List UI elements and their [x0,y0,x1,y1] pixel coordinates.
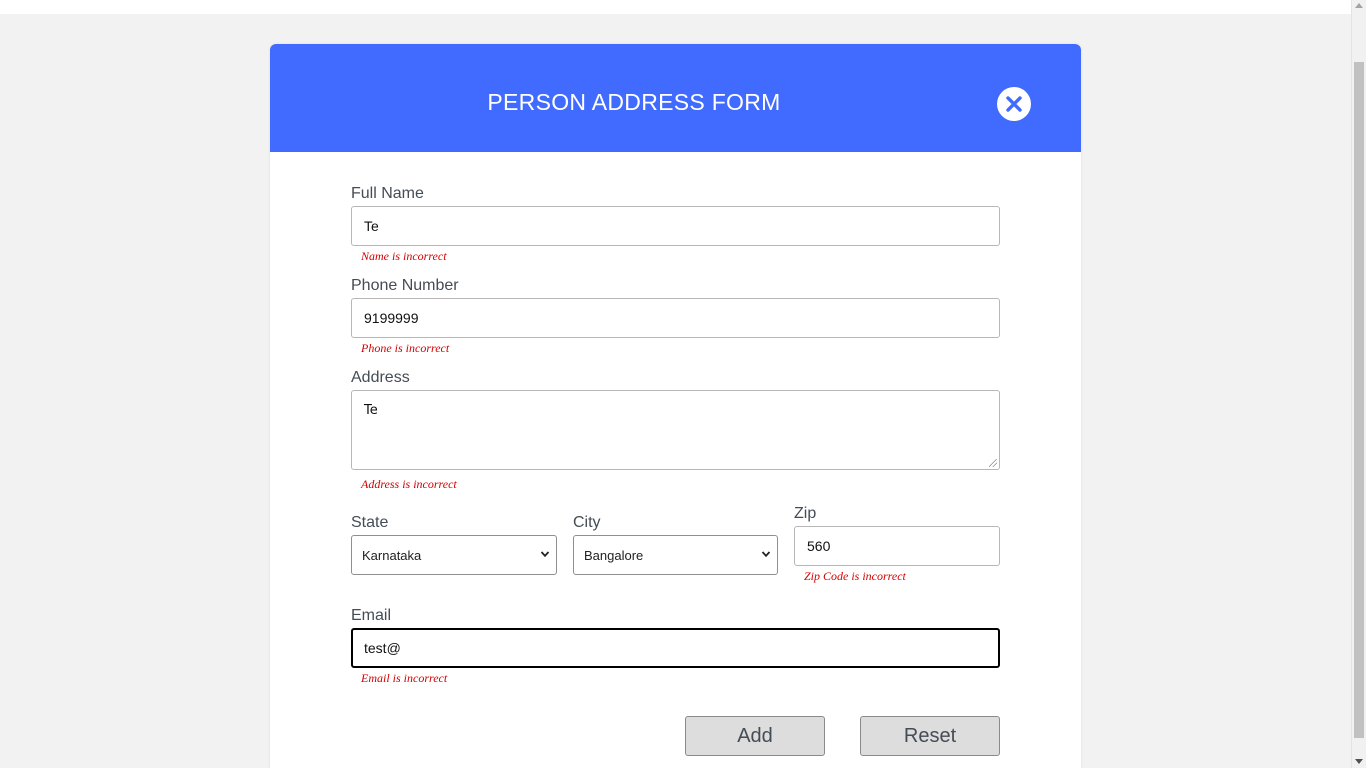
scroll-down-arrow-icon[interactable] [1355,759,1363,764]
scroll-up-arrow-icon[interactable] [1355,3,1363,8]
address-label: Address [351,369,410,386]
address-error: Address is incorrect [361,477,457,491]
email-error: Email is incorrect [361,671,448,685]
zip-label: Zip [794,505,817,522]
chevron-down-icon [761,551,771,558]
email-input[interactable]: test@ [351,628,1000,668]
resize-handle-icon[interactable] [989,459,997,467]
close-icon [1006,96,1022,112]
close-button[interactable] [997,87,1031,121]
city-label: City [573,514,601,531]
full-name-label: Full Name [351,185,424,202]
phone-error: Phone is incorrect [361,341,450,355]
chevron-down-icon [540,551,550,558]
page-scrollbar[interactable] [1351,0,1366,768]
phone-label: Phone Number [351,277,459,294]
city-select[interactable]: Bangalore [573,535,778,575]
zip-error: Zip Code is incorrect [804,569,906,583]
scrollbar-thumb[interactable] [1354,62,1364,738]
person-address-form: PERSON ADDRESS FORM Full Name Te Name is… [270,44,1081,768]
phone-input[interactable]: 9199999 [351,298,1000,338]
email-label: Email [351,607,392,624]
address-value: Te [364,403,378,418]
address-textarea[interactable]: Te [351,390,1000,470]
state-select[interactable]: Karnataka [351,535,557,575]
top-bar [0,0,1351,14]
add-button[interactable]: Add [685,716,825,756]
city-selected-value: Bangalore [584,548,644,563]
zip-input[interactable]: 560 [794,526,1000,566]
full-name-input[interactable]: Te [351,206,1000,246]
state-selected-value: Karnataka [362,548,422,563]
form-header: PERSON ADDRESS FORM [270,44,1081,152]
form-title: PERSON ADDRESS FORM [487,89,781,115]
reset-button[interactable]: Reset [860,716,1000,756]
state-label: State [351,514,389,531]
full-name-error: Name is incorrect [361,249,447,263]
